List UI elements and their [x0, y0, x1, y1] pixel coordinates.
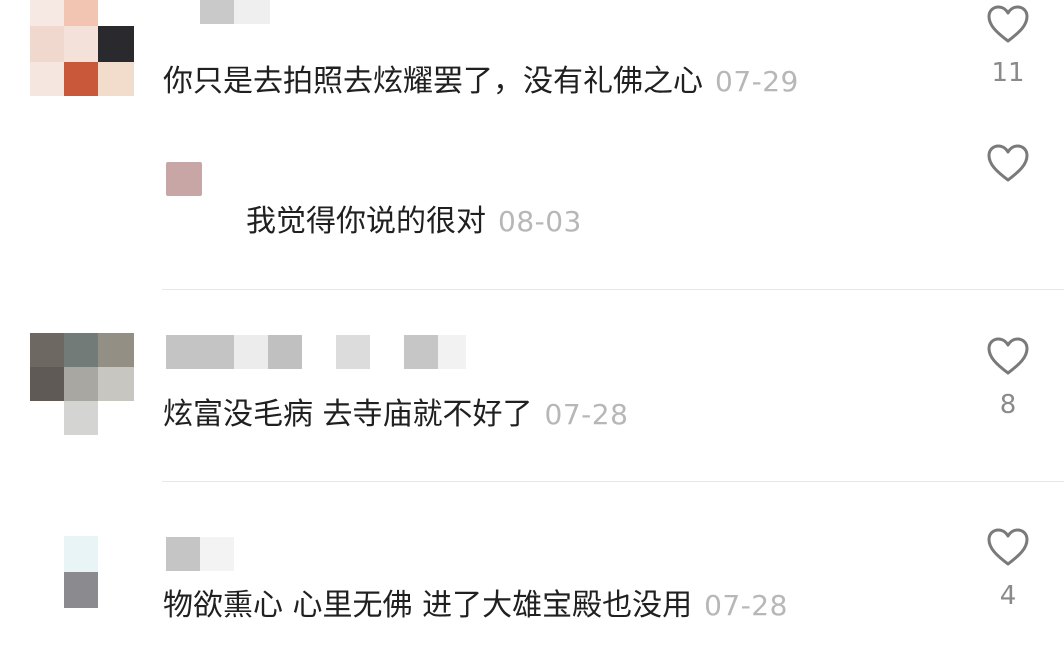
- heart-outline-icon: [987, 528, 1029, 566]
- like-count: 11: [991, 58, 1025, 88]
- username[interactable]: [200, 0, 270, 24]
- comment-text: 你只是去拍照去炫耀罢了，没有礼佛之心: [163, 64, 703, 99]
- comment-date: 07-28: [704, 589, 788, 622]
- like-button[interactable]: 8: [978, 336, 1038, 420]
- like-button[interactable]: 11: [978, 4, 1038, 88]
- comment-date: 07-28: [544, 398, 629, 431]
- heart-outline-icon: [987, 144, 1029, 182]
- comment-body: 你只是去拍照去炫耀罢了，没有礼佛之心 07-29: [163, 62, 799, 102]
- like-button[interactable]: 4: [978, 527, 1038, 611]
- avatar[interactable]: [166, 162, 202, 196]
- comment-body: 炫富没毛病 去寺庙就不好了 07-28: [163, 395, 628, 435]
- avatar[interactable]: [30, 0, 134, 96]
- comment-text: 物欲熏心 心里无佛 进了大雄宝殿也没用: [163, 588, 693, 623]
- username[interactable]: [166, 335, 466, 369]
- comment-text: 我觉得你说的很对: [246, 204, 486, 239]
- like-count: 4: [999, 581, 1017, 611]
- avatar[interactable]: [30, 333, 134, 435]
- heart-outline-icon: [987, 5, 1029, 43]
- like-count: 8: [999, 390, 1017, 420]
- comment-text: 炫富没毛病 去寺庙就不好了: [163, 397, 533, 432]
- divider: [162, 289, 1064, 290]
- comment-body: 我觉得你说的很对 08-03: [246, 202, 582, 242]
- avatar[interactable]: [30, 536, 134, 608]
- comment-date: 07-29: [715, 65, 799, 98]
- username[interactable]: [166, 537, 266, 571]
- like-button[interactable]: [978, 143, 1038, 197]
- heart-outline-icon: [987, 337, 1029, 375]
- comment-body: 物欲熏心 心里无佛 进了大雄宝殿也没用 07-28: [163, 586, 788, 626]
- divider: [162, 481, 1064, 482]
- comment-date: 08-03: [498, 205, 582, 238]
